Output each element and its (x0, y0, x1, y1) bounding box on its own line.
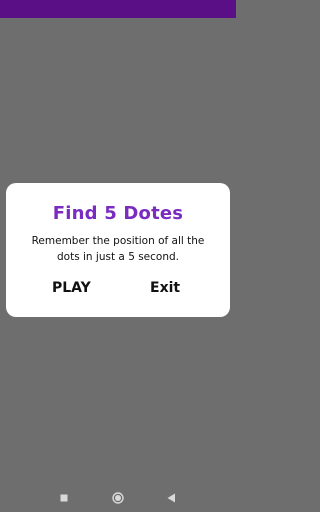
system-navigation-bar (0, 484, 236, 512)
play-button[interactable]: PLAY (52, 277, 91, 299)
square-recents-icon (60, 494, 68, 502)
dialog-message-line-1: Remember the position of all the (31, 235, 205, 247)
dialog-message-line-2: dots in just a 5 second. (57, 251, 179, 263)
triangle-back-icon (167, 493, 175, 503)
home-button[interactable] (112, 492, 124, 504)
recents-button[interactable] (58, 492, 70, 504)
dialog-message: Remember the position of all the dots in… (16, 233, 220, 265)
game-intro-dialog: Find 5 Dotes Remember the position of al… (6, 183, 230, 317)
status-bar (0, 0, 236, 18)
back-button[interactable] (165, 492, 177, 504)
exit-button[interactable]: Exit (150, 277, 180, 299)
circle-home-icon (112, 492, 124, 504)
dialog-title: Find 5 Dotes (52, 203, 184, 224)
